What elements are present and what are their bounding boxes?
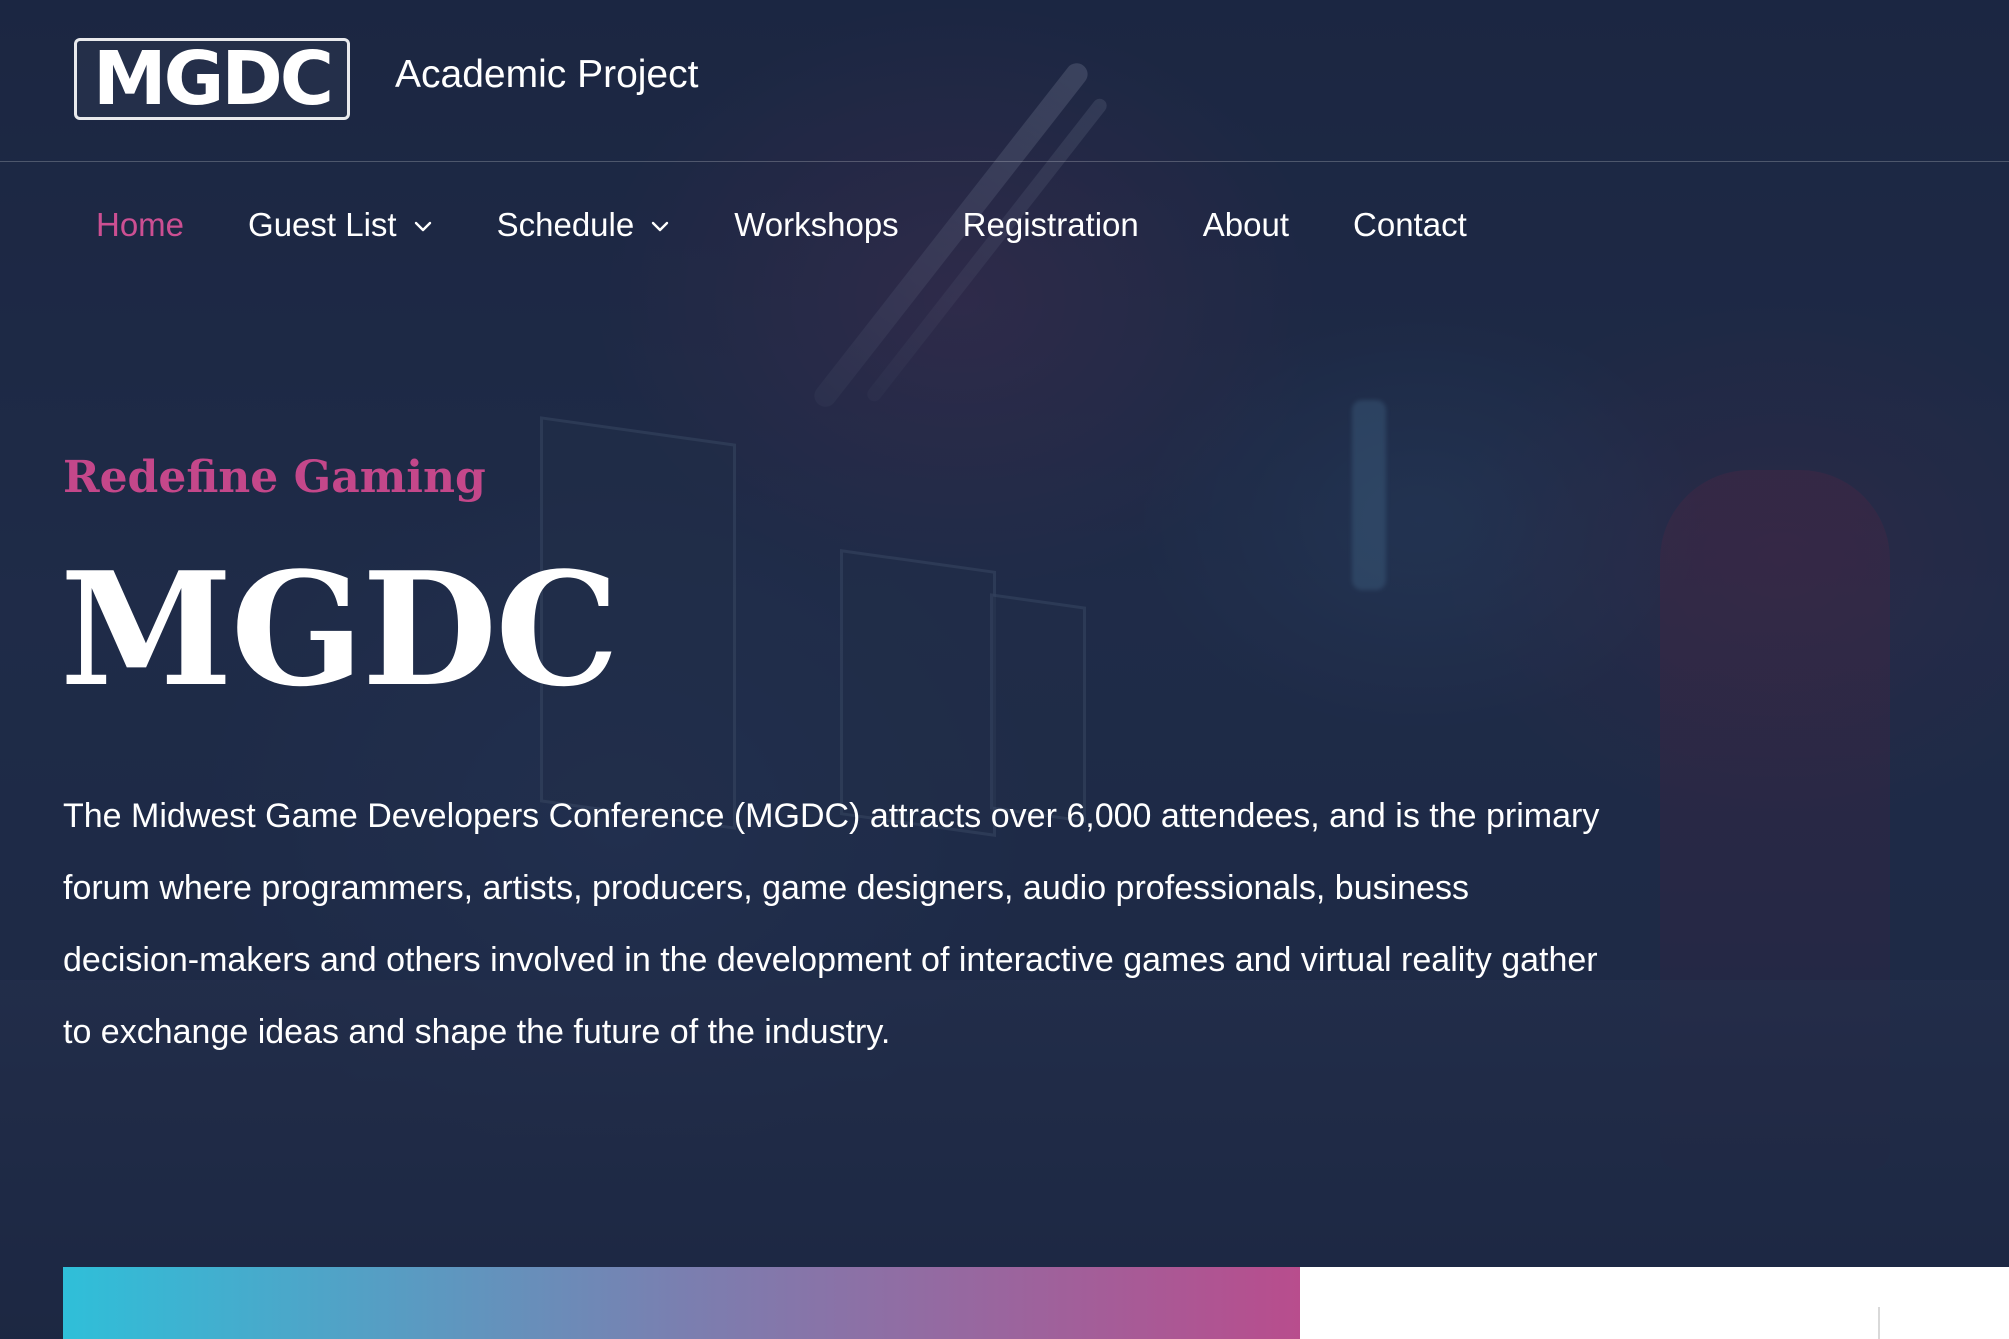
- nav-item-schedule[interactable]: Schedule: [497, 206, 671, 244]
- main-navigation: Home Guest List Schedule Workshops Regis…: [96, 200, 1531, 250]
- gradient-banner: [63, 1267, 1300, 1339]
- hero-title: MGDC: [60, 538, 619, 721]
- site-header: MGDC Academic Project: [0, 0, 2009, 162]
- nav-item-home[interactable]: Home: [96, 206, 184, 244]
- hero-tagline: Redefine Gaming: [63, 452, 486, 503]
- nav-item-guest-list[interactable]: Guest List: [248, 206, 433, 244]
- nav-item-label: Workshops: [734, 206, 899, 243]
- logo-text: MGDC: [92, 36, 334, 122]
- nav-item-contact[interactable]: Contact: [1353, 206, 1467, 244]
- chevron-down-icon: [414, 221, 431, 232]
- nav-item-label: Schedule: [496, 206, 635, 243]
- panel-divider: [1878, 1307, 1880, 1339]
- nav-item-label: Registration: [962, 206, 1139, 243]
- hero-description: The Midwest Game Developers Conference (…: [63, 797, 1600, 1051]
- nav-item-label: Contact: [1353, 206, 1467, 243]
- nav-item-about[interactable]: About: [1203, 206, 1289, 244]
- site-title[interactable]: Academic Project: [395, 53, 698, 97]
- chevron-down-icon: [652, 221, 669, 232]
- site-logo[interactable]: MGDC: [74, 38, 350, 120]
- nav-item-label: Home: [96, 206, 185, 243]
- nav-item-label: Guest List: [248, 206, 397, 243]
- nav-item-workshops[interactable]: Workshops: [734, 206, 898, 244]
- content-panel: [1300, 1267, 2009, 1339]
- nav-item-registration[interactable]: Registration: [963, 206, 1139, 244]
- nav-item-label: About: [1202, 206, 1290, 243]
